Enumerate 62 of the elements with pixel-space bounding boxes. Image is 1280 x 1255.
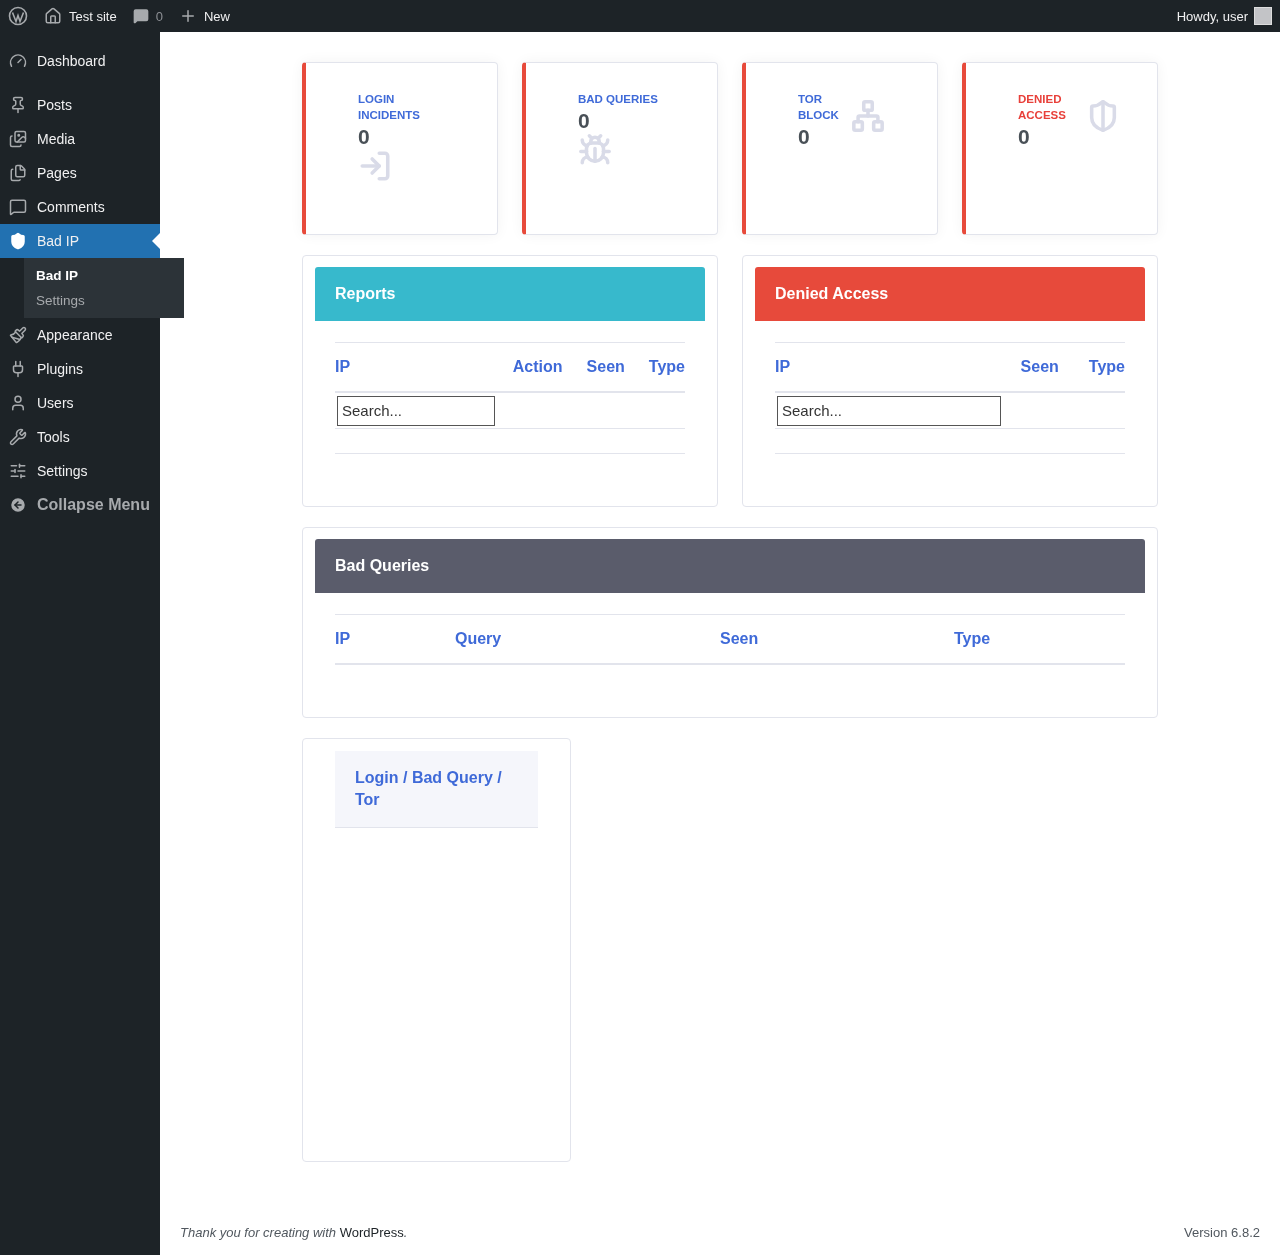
user-icon bbox=[9, 394, 27, 412]
wrench-icon bbox=[9, 428, 27, 446]
sidebar-item[interactable]: Pages bbox=[0, 156, 160, 190]
network-icon bbox=[851, 99, 885, 133]
column-header[interactable]: Type bbox=[954, 630, 1125, 648]
paintbrush-icon bbox=[9, 326, 27, 344]
sidebar-item[interactable]: Bad IP bbox=[0, 224, 160, 258]
sidebar-item[interactable]: Users bbox=[0, 386, 160, 420]
column-header[interactable]: Type bbox=[648, 358, 685, 376]
version-text: Version 6.8.2 bbox=[1184, 1225, 1260, 1240]
site-name-link[interactable]: Test site bbox=[69, 8, 117, 24]
greeting-link[interactable]: Howdy, user bbox=[1176, 8, 1248, 24]
sidebar-item[interactable]: Posts bbox=[0, 88, 160, 122]
new-link[interactable]: New bbox=[203, 8, 230, 24]
column-header[interactable]: Seen bbox=[586, 358, 625, 376]
pin-icon bbox=[9, 96, 27, 114]
column-header[interactable]: Query bbox=[455, 630, 720, 648]
search-field[interactable]: Search... bbox=[777, 395, 1001, 426]
column-header[interactable]: Seen bbox=[1020, 358, 1059, 376]
search-field[interactable]: Search... bbox=[337, 395, 495, 426]
stat-label: TOR BLOCK bbox=[798, 92, 840, 123]
sidebar-item[interactable]: Tools bbox=[0, 420, 160, 454]
stat-label: DENIED ACCESS bbox=[1018, 92, 1067, 123]
panel-header: Denied Access bbox=[755, 267, 1145, 321]
stat-label: BAD QUERIES bbox=[578, 92, 658, 107]
legend-title: Login / Bad Query / Tor bbox=[335, 751, 538, 828]
home-icon[interactable] bbox=[44, 7, 62, 25]
panel-header: Reports bbox=[315, 267, 705, 321]
column-header[interactable]: IP bbox=[335, 358, 489, 376]
comment-count: 0 bbox=[155, 8, 163, 24]
dashboard-icon bbox=[9, 52, 27, 70]
panel-header: Bad Queries bbox=[315, 539, 1145, 593]
comment-icon bbox=[9, 198, 27, 216]
sidebar-item[interactable]: Appearance bbox=[0, 318, 160, 352]
comment-icon[interactable] bbox=[132, 8, 149, 24]
column-header[interactable]: Seen bbox=[720, 630, 954, 648]
stat-value: 0 bbox=[578, 109, 591, 133]
collapse-menu-button[interactable]: Collapse Menu bbox=[0, 492, 160, 518]
sidebar-item[interactable]: Settings bbox=[0, 454, 160, 488]
wordpress-logo-icon[interactable] bbox=[8, 6, 28, 26]
current-page-pointer-icon bbox=[152, 233, 160, 249]
settings-icon bbox=[9, 462, 27, 480]
shield-icon bbox=[9, 232, 27, 250]
footer-text: Thank you for creating with WordPress. bbox=[180, 1225, 408, 1240]
pages-icon bbox=[9, 164, 27, 182]
sidebar-item[interactable]: Media bbox=[0, 122, 160, 156]
media-icon bbox=[9, 130, 27, 148]
sidebar-item[interactable]: Dashboard bbox=[0, 44, 160, 78]
submenu-item[interactable]: Bad IP bbox=[24, 263, 184, 288]
column-header[interactable]: Type bbox=[1088, 358, 1125, 376]
stat-label: LOGIN INCIDENTS bbox=[358, 92, 421, 123]
column-header[interactable]: Action bbox=[512, 358, 563, 376]
submenu-item[interactable]: Settings bbox=[24, 288, 184, 313]
sidebar-item[interactable]: Plugins bbox=[0, 352, 160, 386]
stat-value: 0 bbox=[358, 125, 371, 149]
sidebar-item[interactable]: Comments bbox=[0, 190, 160, 224]
stat-value: 0 bbox=[1018, 125, 1031, 149]
wordpress-link[interactable]: WordPress bbox=[339, 1225, 404, 1240]
collapse-icon bbox=[9, 496, 27, 514]
stat-value: 0 bbox=[798, 125, 811, 149]
column-header[interactable]: IP bbox=[775, 358, 991, 376]
column-header[interactable]: IP bbox=[335, 630, 455, 648]
